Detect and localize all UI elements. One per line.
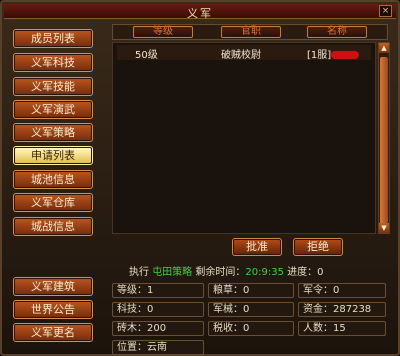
scroll-up-arrow-icon[interactable]: ▲	[379, 43, 389, 53]
stat-tax: 税收：0	[208, 321, 294, 336]
remaining-time-value: 20:9:35	[245, 267, 284, 278]
stat-military-order: 军令：0	[298, 283, 386, 298]
sidebar-item-city-info[interactable]: 城池信息	[13, 170, 93, 189]
table-row[interactable]: 50级 破贼校尉 [1服]	[117, 45, 371, 61]
army-window: 义军 × 成员列表 义军科技 义军技能 义军演武 义军策略 申请列表 城池信息 …	[0, 0, 400, 356]
sidebar-item-applications[interactable]: 申请列表	[13, 146, 93, 165]
progress-label: 进度：	[287, 267, 318, 278]
list-scrollbar[interactable]: ▲ ▼	[378, 42, 390, 234]
sidebar-item-world-notice[interactable]: 世界公告	[13, 300, 93, 319]
progress-value: 0	[317, 267, 324, 278]
execution-status: 执行 屯田策略 剩余时间：20:9:35 进度：0	[129, 263, 324, 278]
scroll-thumb[interactable]	[380, 57, 388, 227]
column-header-rank[interactable]: 官职	[221, 26, 281, 38]
stat-grain: 粮草：0	[208, 283, 294, 298]
sidebar-item-buildings[interactable]: 义军建筑	[13, 277, 93, 296]
execution-prefix: 执行	[129, 267, 149, 278]
sidebar-item-drill[interactable]: 义军演武	[13, 100, 93, 119]
stat-tech: 科技：0	[112, 302, 204, 317]
sidebar-item-strategy[interactable]: 义军策略	[13, 123, 93, 142]
stat-people: 人数：15	[298, 321, 386, 336]
title-bar[interactable]: 义军 ×	[4, 4, 396, 20]
stat-level: 等级：1	[112, 283, 204, 298]
window-title: 义军	[187, 7, 213, 20]
column-header-name[interactable]: 名称	[307, 26, 367, 38]
row-rank: 破贼校尉	[221, 50, 261, 61]
close-button[interactable]: ×	[379, 5, 392, 17]
sidebar-item-member-list[interactable]: 成员列表	[13, 29, 93, 48]
stat-timber: 砖木：200	[112, 321, 204, 336]
table-header-bar: 等级 官职 名称	[112, 24, 388, 40]
approve-button[interactable]: 批准	[232, 238, 282, 256]
stat-location: 位置：云南	[112, 340, 204, 355]
reject-button[interactable]: 拒绝	[293, 238, 343, 256]
sidebar-item-rename[interactable]: 义军更名	[13, 323, 93, 342]
stat-weapons: 军械：0	[208, 302, 294, 317]
redacted-name-mark	[331, 51, 360, 59]
row-level: 50级	[135, 50, 158, 61]
row-name-prefix: [1服]	[307, 50, 332, 61]
scroll-down-arrow-icon[interactable]: ▼	[379, 223, 389, 233]
applicant-list: 50级 破贼校尉 [1服]	[112, 42, 376, 234]
sidebar-item-skills[interactable]: 义军技能	[13, 77, 93, 96]
sidebar-item-warehouse[interactable]: 义军仓库	[13, 193, 93, 212]
sidebar-item-tech[interactable]: 义军科技	[13, 53, 93, 72]
execution-policy: 屯田策略	[152, 267, 193, 278]
remaining-time-label: 剩余时间：	[195, 267, 246, 278]
column-header-level[interactable]: 等级	[133, 26, 193, 38]
stat-funds: 资金：287238	[298, 302, 386, 317]
row-name: [1服]	[307, 46, 360, 61]
sidebar-item-siege-info[interactable]: 城战信息	[13, 217, 93, 236]
